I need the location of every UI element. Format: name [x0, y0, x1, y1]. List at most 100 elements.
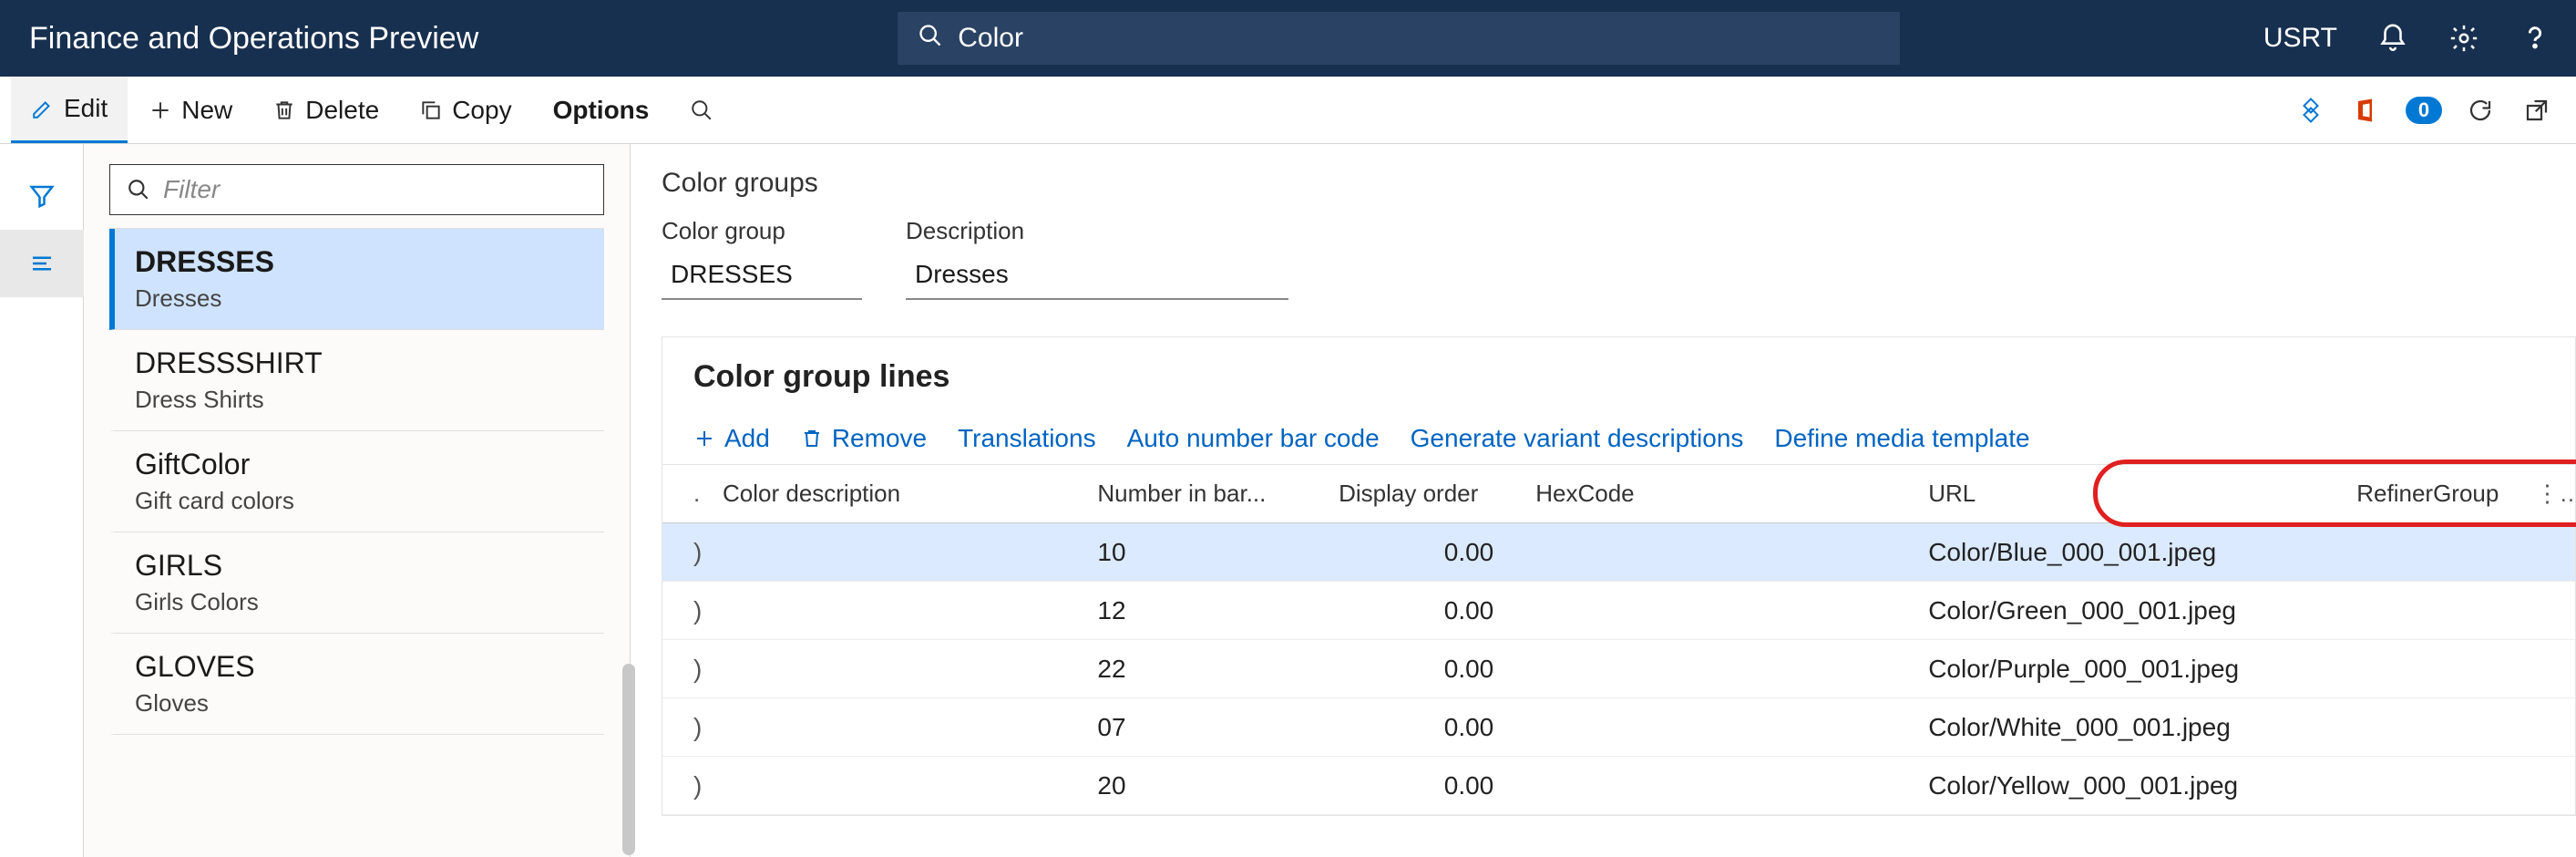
field-label: Description	[906, 217, 1288, 245]
list-item-title: GIRLS	[135, 549, 584, 583]
edit-label: Edit	[64, 94, 108, 123]
content-panel: Color groups Color group DRESSES Descrip…	[631, 144, 2576, 857]
field-value-description[interactable]: Dresses	[906, 254, 1288, 300]
pencil-icon	[31, 97, 55, 120]
list-item-sub: Dresses	[135, 284, 584, 313]
list-item[interactable]: DRESSSHIRT Dress Shirts	[109, 330, 604, 431]
grid-header-url[interactable]: URL	[1914, 480, 2342, 508]
cell-url[interactable]: Color/White_000_001.jpeg	[1914, 713, 2342, 742]
row-lead: )	[679, 713, 708, 742]
section-color-group-lines: Color group lines Add Remove Translation…	[662, 336, 2576, 816]
list-panel: DRESSESDresses DRESSSHIRT Dress Shirts Gift…	[84, 144, 631, 857]
top-header: Finance and Operations Preview Color USR…	[0, 0, 2576, 77]
global-search[interactable]: Color	[898, 12, 1900, 65]
refresh-icon[interactable]	[2465, 95, 2496, 126]
attachments-badge: 0	[2406, 97, 2442, 124]
cell-disp[interactable]: 0.00	[1324, 713, 1521, 742]
translations-button[interactable]: Translations	[958, 424, 1095, 453]
cell-num[interactable]: 10	[1083, 538, 1324, 567]
cell-disp[interactable]: 0.00	[1324, 596, 1521, 625]
field-value-color-group[interactable]: DRESSES	[662, 254, 862, 300]
generate-variant-button[interactable]: Generate variant descriptions	[1411, 424, 1744, 453]
define-media-button[interactable]: Define media template	[1774, 424, 2029, 453]
grid-header-disp[interactable]: Display order	[1324, 480, 1521, 508]
filter-field[interactable]	[163, 175, 587, 204]
cell-url[interactable]: Color/Yellow_000_001.jpeg	[1914, 771, 2342, 800]
cell-disp[interactable]: 0.00	[1324, 655, 1521, 684]
grid-header-ref[interactable]: RefinerGroup	[2342, 480, 2520, 508]
trash-icon	[272, 98, 296, 122]
row-lead: )	[679, 538, 708, 567]
remove-button[interactable]: Remove	[801, 424, 927, 453]
grid-header-row: . Color description Number in bar... Dis…	[662, 465, 2575, 523]
funnel-icon	[28, 182, 56, 210]
delete-label: Delete	[305, 96, 379, 125]
cell-num[interactable]: 07	[1083, 713, 1324, 742]
grid-header-num[interactable]: Number in bar...	[1083, 480, 1324, 508]
row-lead: )	[679, 596, 708, 625]
list-item-sub: Girls Colors	[135, 588, 584, 616]
options-button[interactable]: Options	[533, 77, 670, 143]
table-row[interactable]: ) 120.00 Color/Green_000_001.jpeg	[662, 582, 2575, 640]
gear-icon[interactable]	[2448, 23, 2479, 54]
row-lead: )	[679, 655, 708, 684]
grid-header-more[interactable]: ⋮	[2521, 480, 2575, 508]
new-button[interactable]: New	[128, 77, 252, 143]
auto-number-button[interactable]: Auto number bar code	[1127, 424, 1380, 453]
plus-icon	[149, 98, 172, 122]
field-color-group: Color group DRESSES	[662, 217, 862, 300]
related-info-button[interactable]	[0, 230, 84, 297]
find-button[interactable]	[670, 77, 734, 143]
cell-url[interactable]: Color/Blue_000_001.jpeg	[1914, 538, 2342, 567]
copy-button[interactable]: Copy	[399, 77, 531, 143]
main-area: DRESSESDressesDRESSSHIRTDress ShirtsGift…	[0, 144, 2576, 857]
cell-disp[interactable]: 0.00	[1324, 538, 1521, 567]
list-item[interactable]: DRESSESDresses	[109, 229, 604, 330]
page-title: Color groups	[662, 168, 2576, 199]
grid: . Color description Number in bar... Dis…	[662, 465, 2575, 815]
cell-url[interactable]: Color/Green_000_001.jpeg	[1914, 596, 2342, 625]
list-item-title: GLOVES	[135, 650, 584, 684]
grid-header-lead: .	[679, 480, 708, 508]
grid-header-desc[interactable]: Color description	[708, 480, 1083, 508]
list-item-sub: Dress Shirts	[135, 386, 584, 414]
list-item-title: GiftColor	[135, 448, 584, 481]
list-item[interactable]: GLOVES Gloves	[109, 634, 604, 735]
diamond-icon[interactable]	[2295, 95, 2326, 126]
cell-num[interactable]: 12	[1083, 596, 1324, 625]
filter-pane-button[interactable]	[0, 162, 84, 230]
filter-input[interactable]	[109, 164, 604, 215]
new-label: New	[181, 96, 232, 125]
row-lead: )	[679, 771, 708, 800]
grid-header-hex[interactable]: HexCode	[1521, 480, 1914, 508]
list-item[interactable]: GIRLS Girls Colors	[109, 532, 604, 634]
table-row[interactable]: ) 220.00 Color/Purple_000_001.jpeg	[662, 640, 2575, 698]
command-group-right: 0	[2295, 77, 2565, 143]
bell-icon[interactable]	[2377, 23, 2408, 54]
user-label[interactable]: USRT	[2263, 23, 2337, 54]
table-row[interactable]: ) 070.00 Color/White_000_001.jpeg	[662, 698, 2575, 757]
cell-num[interactable]: 20	[1083, 771, 1324, 800]
header-fields: Color group DRESSES Description Dresses	[662, 217, 2576, 300]
edit-button[interactable]: Edit	[11, 77, 128, 143]
add-button[interactable]: Add	[693, 424, 770, 453]
cell-disp[interactable]: 0.00	[1324, 771, 1521, 800]
attachments-button[interactable]: 0	[2408, 95, 2439, 126]
popout-icon[interactable]	[2521, 95, 2552, 126]
header-right: USRT	[2263, 23, 2550, 54]
cell-url[interactable]: Color/Purple_000_001.jpeg	[1914, 655, 2342, 684]
search-icon	[127, 178, 150, 201]
table-row[interactable]: ) 100.00 Color/Blue_000_001.jpeg	[662, 523, 2575, 582]
cell-num[interactable]: 22	[1083, 655, 1324, 684]
delete-button[interactable]: Delete	[252, 77, 399, 143]
list-items: DRESSESDresses DRESSSHIRT Dress Shirts Gift…	[109, 228, 604, 735]
list-item-sub: Gloves	[135, 689, 584, 718]
help-icon[interactable]	[2520, 23, 2550, 54]
search-icon	[918, 23, 943, 55]
remove-label: Remove	[832, 424, 927, 453]
table-row[interactable]: ) 200.00 Color/Yellow_000_001.jpeg	[662, 757, 2575, 815]
list-lines-icon	[28, 250, 56, 277]
list-item-title: DRESSSHIRT	[135, 346, 584, 380]
list-item[interactable]: GiftColorGift card colors	[109, 431, 604, 532]
office-icon[interactable]	[2352, 95, 2383, 126]
